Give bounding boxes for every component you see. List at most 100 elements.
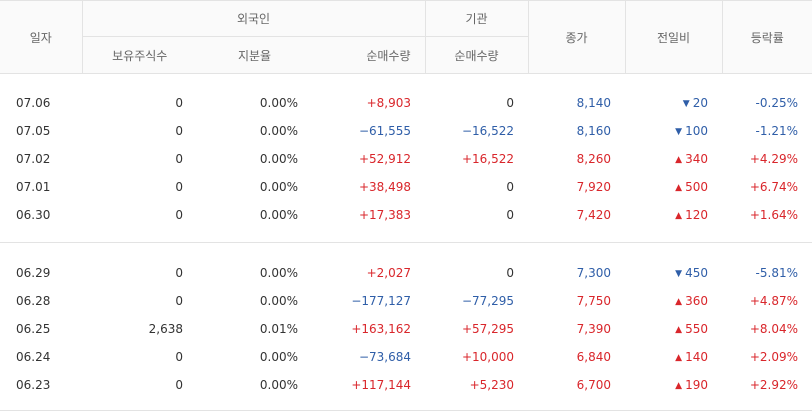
share-ratio-cell: 0.00% bbox=[259, 179, 298, 194]
header-change: 전일비 bbox=[624, 0, 722, 74]
row-spacer bbox=[0, 398, 812, 411]
holdings-cell: 2,638 bbox=[148, 321, 183, 336]
share-ratio-cell: 0.00% bbox=[259, 123, 298, 138]
holdings-cell: 0 bbox=[175, 207, 183, 222]
foreign-net-cell: +117,144 bbox=[351, 377, 411, 392]
header-institution: 기관 bbox=[424, 0, 528, 37]
rate-cell: +8.04% bbox=[749, 321, 798, 336]
close-cell: 6,840 bbox=[576, 349, 611, 364]
inst-net-cell: 0 bbox=[506, 179, 514, 194]
date-cell: 06.29 bbox=[16, 265, 51, 280]
holdings-cell: 0 bbox=[175, 95, 183, 110]
date-cell: 07.01 bbox=[16, 179, 51, 194]
up-arrow-icon: ▲ bbox=[675, 380, 683, 391]
row-spacer bbox=[0, 228, 812, 243]
header-close: 종가 bbox=[527, 0, 625, 74]
close-cell: 8,140 bbox=[576, 95, 611, 110]
change-cell: ▲ 140 bbox=[625, 343, 722, 371]
change-cell: ▲ 550 bbox=[625, 315, 722, 343]
inst-net-cell: +5,230 bbox=[469, 377, 514, 392]
change-cell: ▼ 100 bbox=[625, 117, 722, 145]
foreign-net-cell: +163,162 bbox=[351, 321, 411, 336]
change-cell: ▲ 120 bbox=[625, 201, 722, 229]
date-cell: 06.25 bbox=[16, 321, 51, 336]
header-inst-net: 순매수량 bbox=[424, 36, 528, 74]
table-row: 06.24 0 0.00% −73,684 +10,000 6,840 ▲ 140 +2.09% bbox=[0, 343, 812, 371]
rate-cell: -5.81% bbox=[755, 265, 798, 280]
holdings-cell: 0 bbox=[175, 151, 183, 166]
share-ratio-cell: 0.01% bbox=[259, 321, 298, 336]
foreign-net-cell: −61,555 bbox=[358, 123, 411, 138]
header-rate: 등락률 bbox=[721, 0, 812, 74]
close-cell: 8,260 bbox=[576, 151, 611, 166]
change-cell: ▼ 450 bbox=[625, 259, 722, 287]
holdings-cell: 0 bbox=[175, 349, 183, 364]
table-header: 일자 외국인 기관 종가 전일비 등락률 보유주식수 지분율 순매수량 순매수량 bbox=[0, 0, 812, 74]
change-value: 340 bbox=[685, 151, 708, 166]
close-cell: 7,300 bbox=[576, 265, 611, 280]
up-arrow-icon: ▲ bbox=[675, 154, 683, 165]
share-ratio-cell: 0.00% bbox=[259, 95, 298, 110]
rate-cell: +6.74% bbox=[749, 179, 798, 194]
rate-cell: +2.09% bbox=[749, 349, 798, 364]
date-cell: 07.06 bbox=[16, 95, 51, 110]
foreign-net-cell: +52,912 bbox=[358, 151, 411, 166]
date-cell: 07.05 bbox=[16, 123, 51, 138]
inst-net-cell: +57,295 bbox=[461, 321, 514, 336]
up-arrow-icon: ▲ bbox=[675, 324, 683, 335]
table-row: 06.29 0 0.00% +2,027 0 7,300 ▼ 450 -5.81% bbox=[0, 259, 812, 287]
down-arrow-icon: ▼ bbox=[682, 98, 690, 109]
row-spacer bbox=[0, 243, 812, 259]
header-holdings: 보유주식수 bbox=[81, 36, 197, 74]
table-row: 07.05 0 0.00% −61,555 −16,522 8,160 ▼ 100 -1.21% bbox=[0, 117, 812, 145]
inst-net-cell: +10,000 bbox=[461, 349, 514, 364]
share-ratio-cell: 0.00% bbox=[259, 377, 298, 392]
up-arrow-icon: ▲ bbox=[675, 296, 683, 307]
close-cell: 6,700 bbox=[576, 377, 611, 392]
share-ratio-cell: 0.00% bbox=[259, 265, 298, 280]
change-value: 500 bbox=[685, 179, 708, 194]
share-ratio-cell: 0.00% bbox=[259, 207, 298, 222]
row-spacer bbox=[0, 74, 812, 89]
table-row: 06.23 0 0.00% +117,144 +5,230 6,700 ▲ 190 +2.92% bbox=[0, 371, 812, 399]
foreign-net-cell: +2,027 bbox=[366, 265, 411, 280]
rate-cell: +2.92% bbox=[749, 377, 798, 392]
inst-net-cell: 0 bbox=[506, 95, 514, 110]
header-foreign-net: 순매수량 bbox=[312, 36, 425, 74]
investor-trading-table: 일자 외국인 기관 종가 전일비 등락률 보유주식수 지분율 순매수량 순매수량… bbox=[0, 0, 812, 411]
foreign-net-cell: +8,903 bbox=[366, 95, 411, 110]
header-date: 일자 bbox=[0, 0, 82, 74]
change-value: 140 bbox=[685, 349, 708, 364]
change-value: 120 bbox=[685, 207, 708, 222]
change-cell: ▲ 340 bbox=[625, 145, 722, 173]
share-ratio-cell: 0.00% bbox=[259, 293, 298, 308]
close-cell: 7,920 bbox=[576, 179, 611, 194]
holdings-cell: 0 bbox=[175, 293, 183, 308]
table-row: 06.28 0 0.00% −177,127 −77,295 7,750 ▲ 360 +4.87… bbox=[0, 287, 812, 315]
date-cell: 06.28 bbox=[16, 293, 51, 308]
rate-cell: +1.64% bbox=[749, 207, 798, 222]
table-body: 07.06 0 0.00% +8,903 0 8,140 ▼ 20 -0.25% 07.05 0 0.… bbox=[0, 74, 812, 411]
close-cell: 7,420 bbox=[576, 207, 611, 222]
down-arrow-icon: ▼ bbox=[675, 268, 683, 279]
foreign-net-cell: +38,498 bbox=[358, 179, 411, 194]
close-cell: 7,750 bbox=[576, 293, 611, 308]
up-arrow-icon: ▲ bbox=[675, 352, 683, 363]
inst-net-cell: −16,522 bbox=[461, 123, 514, 138]
table-row: 06.25 2,638 0.01% +163,162 +57,295 7,390 ▲ 550 +… bbox=[0, 315, 812, 343]
date-cell: 06.23 bbox=[16, 377, 51, 392]
down-arrow-icon: ▼ bbox=[675, 126, 683, 137]
rate-cell: -1.21% bbox=[755, 123, 798, 138]
inst-net-cell: −77,295 bbox=[461, 293, 514, 308]
inst-net-cell: 0 bbox=[506, 207, 514, 222]
change-value: 360 bbox=[685, 293, 708, 308]
rate-cell: -0.25% bbox=[755, 95, 798, 110]
rate-cell: +4.87% bbox=[749, 293, 798, 308]
header-share-ratio: 지분율 bbox=[197, 36, 312, 74]
date-cell: 06.30 bbox=[16, 207, 51, 222]
inst-net-cell: 0 bbox=[506, 265, 514, 280]
date-cell: 07.02 bbox=[16, 151, 51, 166]
inst-net-cell: +16,522 bbox=[461, 151, 514, 166]
table-row: 06.30 0 0.00% +17,383 0 7,420 ▲ 120 +1.64% bbox=[0, 201, 812, 229]
foreign-net-cell: +17,383 bbox=[358, 207, 411, 222]
